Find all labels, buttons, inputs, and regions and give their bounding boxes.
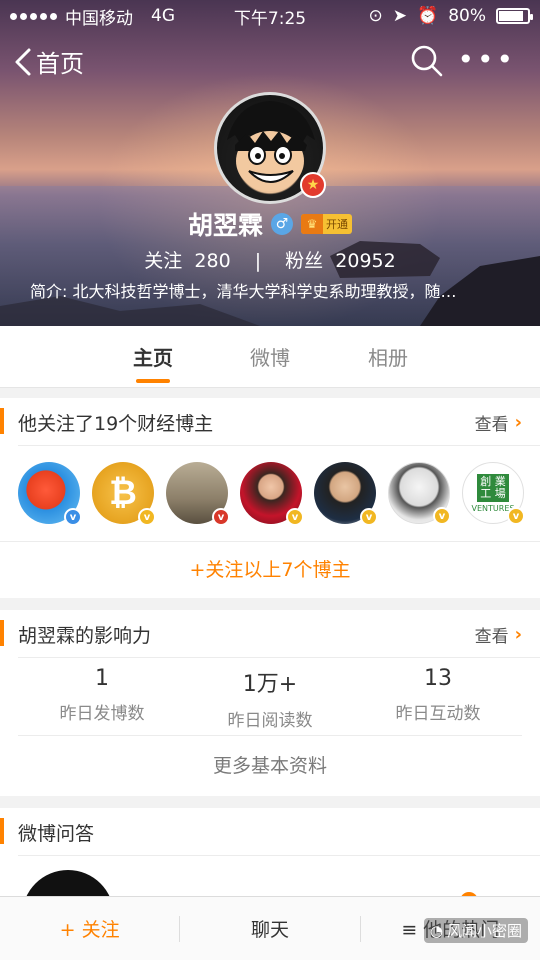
followed-accounts-row: v ₿ v v v v v 創 業 工 場 VENTURES v	[0, 446, 540, 542]
influence-card: 胡翌霖的影响力 查看 › 1 昨日发博数 1万+ 昨日阅读数 13 昨日互动数 更…	[0, 610, 540, 796]
stat-label: 昨日互动数	[395, 704, 481, 724]
verified-badge-gold: v	[286, 508, 304, 526]
chevron-left-icon	[15, 48, 31, 75]
view-label: 查看	[474, 415, 509, 435]
cathedral-avatar[interactable]: v	[166, 462, 230, 526]
fans-label: 粉丝	[285, 250, 324, 272]
active-tab-indicator	[136, 379, 170, 383]
profile-header: 中国移动 4G 下午7:25 ⊙ ➤ ⏰ 80% 首页 ••• ★ 胡翌霖 ♂ …	[0, 0, 540, 326]
watermark-text: 风闻小密圈	[446, 922, 522, 940]
more-dots-icon[interactable]: •••	[457, 46, 516, 74]
verified-badge-red: v	[212, 508, 230, 526]
section-accent-bar	[0, 818, 4, 844]
battery-percent: 80%	[448, 6, 486, 26]
back-label: 首页	[36, 50, 84, 78]
bitcoin-icon: ₿	[109, 473, 137, 513]
location-icon: ➤	[392, 6, 408, 26]
stat-posts-yesterday: 1 昨日发博数	[18, 658, 186, 735]
fans-count: 20952	[335, 250, 396, 272]
profile-bio[interactable]: 简介: 北大科技哲学博士，清华大学科学史系助理教授，随…	[30, 278, 510, 302]
profile-avatar[interactable]: ★	[214, 92, 326, 204]
following-card: 他关注了19个财经博主 查看 › v ₿ v v v v v 創 業 工 場 VE…	[0, 398, 540, 598]
following-stat[interactable]: 关注 280	[144, 250, 230, 272]
follow-all-button[interactable]: +关注以上7个博主	[0, 542, 540, 598]
tab-home[interactable]: 主页	[108, 342, 198, 371]
chevron-right-icon: ›	[514, 624, 522, 645]
stat-value: 1	[95, 666, 109, 691]
qa-card-title: 微博问答	[18, 823, 95, 845]
stats-divider: |	[254, 250, 262, 272]
vip-badge[interactable]: ♛ 开通	[301, 214, 352, 234]
search-icon[interactable]	[410, 44, 444, 78]
chat-button[interactable]: 聊天	[180, 915, 359, 942]
stat-label: 昨日阅读数	[227, 711, 313, 731]
section-accent-bar	[0, 620, 4, 646]
stat-interactions-yesterday: 13 昨日互动数	[354, 658, 522, 735]
man-sketch-avatar[interactable]: v	[388, 462, 451, 525]
stat-value: 13	[424, 666, 452, 691]
following-count: 280	[194, 250, 231, 272]
network-label: 4G	[151, 6, 175, 26]
battery-icon	[496, 8, 533, 24]
ventures-lab-avatar[interactable]: 創 業 工 場 VENTURES v	[462, 462, 525, 525]
fans-stat[interactable]: 粉丝 20952	[285, 250, 396, 272]
sina-news-avatar[interactable]: v	[18, 462, 82, 526]
stat-value: 1万+	[242, 672, 298, 697]
influence-card-header: 胡翌霖的影响力 查看 ›	[0, 610, 540, 658]
back-button[interactable]: 首页	[14, 44, 84, 79]
following-card-header: 他关注了19个财经博主 查看 ›	[0, 398, 540, 446]
qa-card-header: 微博问答	[0, 808, 540, 856]
tab-weibo[interactable]: 微博	[225, 342, 315, 371]
verified-star-badge: ★	[300, 172, 326, 198]
vip-label: 开通	[326, 218, 348, 231]
verified-badge-gold: v	[138, 508, 156, 526]
man-glasses-avatar[interactable]: v	[314, 462, 378, 526]
alarm-icon: ⏰	[417, 6, 439, 26]
profile-tabs: 主页 微博 相册	[0, 326, 540, 388]
influence-stats: 1 昨日发博数 1万+ 昨日阅读数 13 昨日互动数	[18, 658, 522, 736]
rotation-lock-icon: ⊙	[368, 6, 383, 26]
following-label: 关注	[144, 250, 183, 272]
stat-label: 昨日发博数	[59, 704, 145, 724]
follow-stats: 关注 280 | 粉丝 20952	[0, 246, 540, 273]
view-influence-button[interactable]: 查看 ›	[475, 622, 522, 647]
verified-badge-gold: v	[360, 508, 378, 526]
view-label: 查看	[474, 627, 509, 647]
crown-icon: ♛	[301, 214, 323, 234]
tab-album[interactable]: 相册	[343, 342, 433, 371]
bitcoin-avatar[interactable]: ₿ v	[92, 462, 156, 526]
ventures-logo-text: 創 業 工 場	[477, 473, 509, 502]
stat-reads-yesterday: 1万+ 昨日阅读数	[186, 658, 354, 735]
influence-card-title: 胡翌霖的影响力	[18, 625, 152, 647]
status-bar: 中国移动 4G 下午7:25 ⊙ ➤ ⏰ 80%	[0, 0, 540, 32]
profile-name: 胡翌霖	[187, 211, 263, 240]
male-gender-icon: ♂	[271, 213, 293, 235]
qa-card: 微博问答	[0, 808, 540, 960]
verified-badge-gold: v	[507, 507, 525, 525]
follow-button[interactable]: + 关注	[0, 915, 179, 942]
following-card-title: 他关注了19个财经博主	[18, 413, 214, 435]
section-accent-bar	[0, 408, 4, 434]
name-row: 胡翌霖 ♂ ♛ 开通	[0, 206, 540, 242]
nav-bar: 首页 •••	[0, 38, 540, 84]
more-profile-info-button[interactable]: 更多基本资料	[0, 736, 540, 796]
verified-badge-blue: v	[64, 508, 82, 526]
chevron-right-icon: ›	[514, 412, 522, 433]
signal-icon	[10, 12, 57, 20]
wechat-icon: ◔	[429, 921, 443, 940]
verified-badge-gold: v	[433, 507, 451, 525]
watermark: ◔ 风闻小密圈	[423, 918, 528, 943]
view-following-button[interactable]: 查看 ›	[475, 410, 522, 435]
woman-avatar[interactable]: v	[240, 462, 304, 526]
carrier-label: 中国移动	[65, 8, 133, 29]
